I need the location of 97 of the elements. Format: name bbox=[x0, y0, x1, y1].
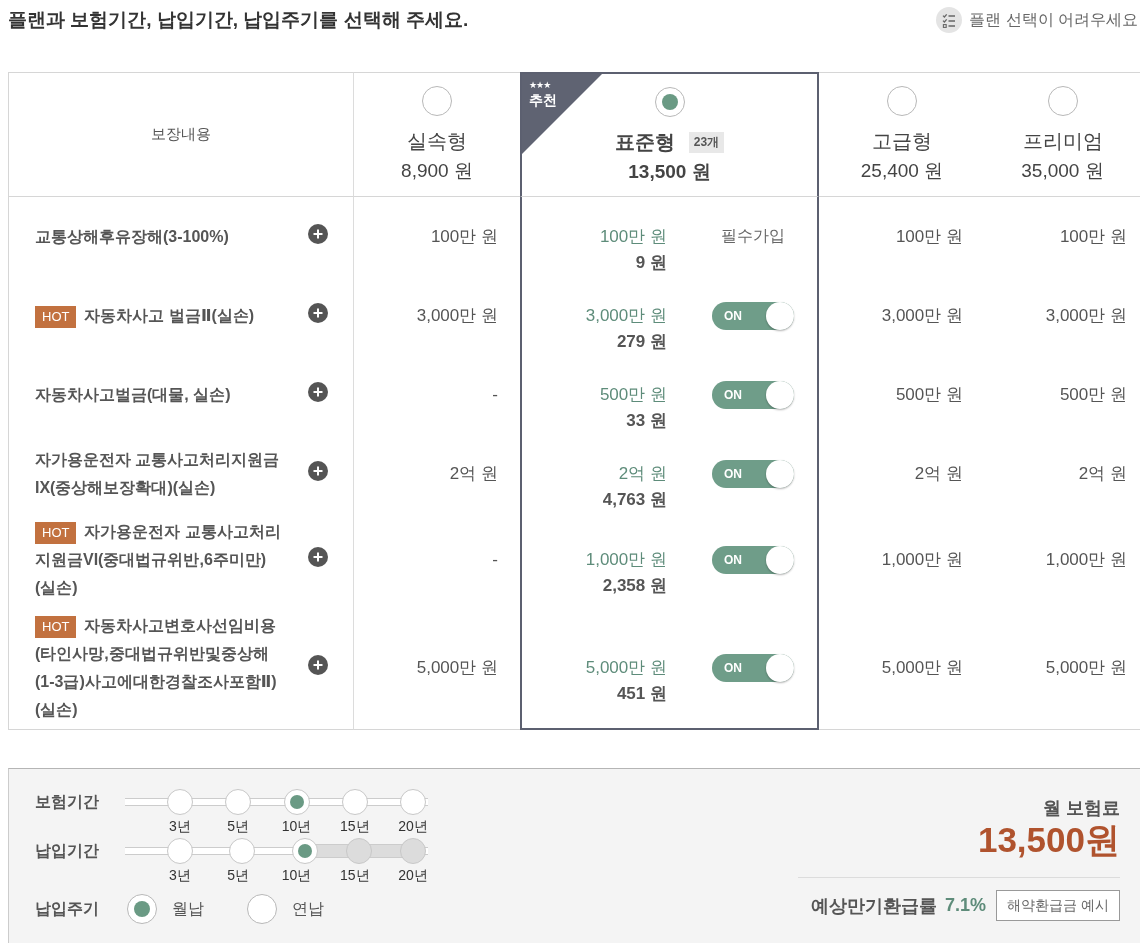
premium-amount: 33 원 bbox=[626, 409, 667, 432]
coverage-amount: 1,000만 원 bbox=[1045, 549, 1127, 571]
coverage-amount: 2억 원 bbox=[449, 462, 498, 485]
column-heading: 보장내용 bbox=[151, 125, 211, 144]
premium-amount: 9 원 bbox=[635, 251, 667, 274]
coverage-amount: 5,000만 원 bbox=[585, 656, 667, 679]
coverage-label: HOT 자동차사고 벌금Ⅱ(실손) bbox=[35, 301, 287, 330]
toggle-switch[interactable]: ON bbox=[712, 380, 794, 409]
plus-icon[interactable] bbox=[308, 460, 328, 481]
step-label: 15년 bbox=[339, 866, 370, 885]
coverage-amount: - bbox=[492, 549, 498, 571]
help-link[interactable]: 플랜 선택이 어려우세요 bbox=[936, 7, 1138, 33]
coverage-amount: 3,000만 원 bbox=[881, 304, 963, 327]
coverage-amount: 3,000만 원 bbox=[585, 304, 667, 327]
setting-label: 보험기간 bbox=[35, 792, 100, 812]
step-option[interactable] bbox=[167, 789, 193, 815]
cycle-radio[interactable] bbox=[127, 894, 157, 924]
step-option[interactable] bbox=[225, 789, 252, 815]
plan-radio[interactable] bbox=[422, 86, 452, 116]
toggle-switch[interactable]: ON bbox=[712, 653, 794, 682]
monthly-premium: 13,500원 bbox=[977, 820, 1120, 860]
step-label: 20년 bbox=[398, 817, 428, 836]
plus-icon[interactable] bbox=[308, 381, 328, 402]
coverage-label: 자가용운전자 교통사고처리지원금IX(중상해보장확대)(실손) bbox=[35, 449, 281, 498]
ribbon-label: 추천 bbox=[529, 91, 557, 109]
step-option[interactable] bbox=[283, 789, 310, 815]
step-option[interactable] bbox=[341, 789, 368, 815]
item-count-tag: 23개 bbox=[688, 131, 725, 153]
coverage-amount: 500만 원 bbox=[895, 383, 963, 406]
refund-rate: 7.1% bbox=[945, 895, 987, 916]
plan-price: 35,000 원 bbox=[1021, 159, 1104, 183]
coverage-amount: 2억 원 bbox=[1078, 462, 1127, 485]
step-label: 10년 bbox=[281, 817, 312, 836]
step-label: 5년 bbox=[227, 817, 250, 836]
plan-name: 실속형 bbox=[407, 129, 467, 154]
plan-price: 25,400 원 bbox=[860, 159, 944, 183]
coverage-amount: 1,000만 원 bbox=[585, 549, 667, 571]
step-option[interactable] bbox=[291, 838, 318, 864]
plan-name: 고급형 bbox=[872, 129, 932, 154]
cycle-label[interactable]: 연납 bbox=[292, 898, 324, 920]
coverage-amount: 100만 원 bbox=[1059, 225, 1127, 248]
toggle-switch[interactable]: ON bbox=[712, 301, 794, 330]
premium-amount: 279 원 bbox=[616, 330, 667, 353]
toggle-switch[interactable]: ON bbox=[712, 546, 794, 574]
setting-label: 납입주기 bbox=[35, 899, 100, 919]
refund-example-button[interactable]: 해약환급금 예시 bbox=[996, 890, 1120, 921]
step-label: 20년 bbox=[398, 866, 428, 885]
plan-price: 13,500 원 bbox=[628, 160, 711, 184]
plan-radio[interactable] bbox=[654, 87, 685, 117]
refund-rate-label: 예상만기환급률 bbox=[811, 894, 938, 918]
coverage-amount: 2억 원 bbox=[914, 462, 963, 485]
plus-icon[interactable] bbox=[308, 223, 328, 244]
coverage-amount: 5,000만 원 bbox=[881, 657, 963, 679]
step-option[interactable] bbox=[400, 789, 426, 815]
plan-name: 프리미엄 bbox=[1022, 129, 1103, 154]
coverage-label: HOT 자동차사고변호사선임비용(타인사망,중대법규위반및중상해(1-3급)사고에대한경찰조사포함Ⅱ)(실손) bbox=[35, 615, 278, 720]
coverage-amount: 100만 원 bbox=[895, 225, 963, 248]
coverage-amount: 3,000만 원 bbox=[1045, 304, 1127, 327]
premium-amount: 451 원 bbox=[616, 682, 667, 705]
premium-amount: 2,358 원 bbox=[602, 575, 667, 597]
plan-radio[interactable] bbox=[1047, 86, 1078, 116]
toggle-switch[interactable]: ON bbox=[712, 459, 794, 488]
required-label: 필수가입 bbox=[721, 226, 785, 246]
checklist-icon bbox=[936, 7, 963, 33]
plus-icon[interactable] bbox=[308, 655, 328, 675]
step-label: 3년 bbox=[169, 866, 191, 885]
plus-icon[interactable] bbox=[308, 302, 328, 323]
setting-label: 납입기간 bbox=[35, 841, 100, 861]
coverage-amount: 1,000만 원 bbox=[881, 549, 963, 571]
coverage-amount: 3,000만 원 bbox=[416, 304, 498, 327]
coverage-amount: 500만 원 bbox=[1059, 383, 1127, 406]
plus-icon[interactable] bbox=[308, 547, 328, 567]
step-label: 15년 bbox=[339, 817, 370, 836]
plan-name: 표준형 bbox=[614, 130, 675, 155]
page-title: 플랜과 보험기간, 납입기간, 납입주기를 선택해 주세요. bbox=[8, 8, 469, 32]
coverage-label: 자동차사고벌금(대물, 실손) bbox=[35, 384, 232, 405]
coverage-amount: 100만 원 bbox=[599, 225, 667, 248]
step-option[interactable] bbox=[229, 838, 256, 864]
coverage-amount: 5,000만 원 bbox=[1045, 657, 1127, 679]
ribbon-stars: ★★★ bbox=[529, 80, 551, 91]
plan-price: 8,900 원 bbox=[401, 159, 473, 183]
plan-radio[interactable] bbox=[887, 86, 917, 116]
coverage-amount: 2억 원 bbox=[618, 462, 667, 485]
cycle-radio[interactable] bbox=[247, 894, 277, 924]
coverage-amount: 100만 원 bbox=[430, 225, 498, 248]
step-label: 5년 bbox=[227, 866, 250, 885]
step-label: 10년 bbox=[281, 866, 312, 885]
coverage-amount: 5,000만 원 bbox=[416, 657, 498, 679]
monthly-premium-label: 월 보험료 bbox=[1043, 797, 1120, 820]
coverage-amount: 500만 원 bbox=[599, 383, 667, 406]
coverage-label: 교통상해후유장해(3-100%) bbox=[35, 226, 230, 247]
step-label: 3년 bbox=[169, 817, 191, 836]
premium-amount: 4,763 원 bbox=[602, 488, 667, 511]
cycle-label[interactable]: 월납 bbox=[172, 898, 204, 920]
coverage-label: HOT 자가용운전자 교통사고처리지원금VI(중대법규위반,6주미만)(실손) bbox=[35, 521, 282, 598]
coverage-amount: - bbox=[492, 383, 498, 406]
step-option[interactable] bbox=[167, 838, 193, 864]
